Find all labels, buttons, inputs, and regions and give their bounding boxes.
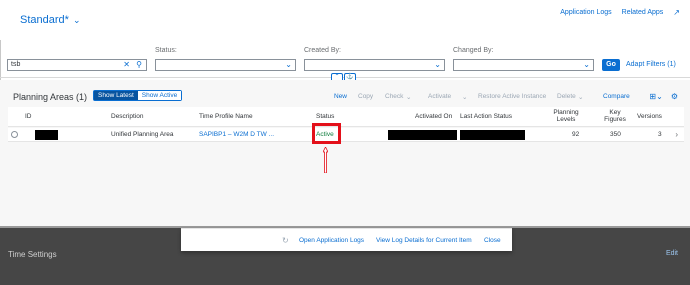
check-menu-icon[interactable]: ⌄ bbox=[406, 93, 411, 101]
status-filter-select[interactable]: ⌄ bbox=[155, 59, 296, 71]
column-header-activated-on[interactable]: Activated On bbox=[415, 113, 452, 120]
column-header-description[interactable]: Description bbox=[111, 113, 144, 120]
column-header-status[interactable]: Status bbox=[316, 113, 334, 120]
row-description: Unified Planning Area bbox=[111, 131, 174, 138]
time-settings-heading: Time Settings bbox=[8, 250, 57, 259]
version-toggle: Show Latest Show Active bbox=[93, 90, 183, 101]
changed-by-filter-label: Changed By: bbox=[453, 47, 494, 54]
copy-button[interactable]: Copy bbox=[358, 93, 373, 100]
application-logs-link[interactable]: Application Logs bbox=[560, 9, 611, 16]
column-header-versions[interactable]: Versions bbox=[637, 113, 662, 120]
column-header-key-figures[interactable]: Key Figures bbox=[602, 109, 628, 123]
row-planning-levels: 92 bbox=[572, 131, 580, 138]
close-button[interactable]: Close bbox=[484, 237, 501, 244]
delete-button[interactable]: Delete bbox=[557, 93, 576, 100]
row-select-radio[interactable] bbox=[11, 131, 18, 138]
column-header-last-action-status[interactable]: Last Action Status bbox=[460, 113, 512, 120]
view-log-details-button[interactable]: View Log Details for Current Item bbox=[376, 237, 472, 244]
column-header-planning-levels[interactable]: Planning Levels bbox=[551, 109, 581, 123]
clear-icon[interactable]: ✕ bbox=[123, 60, 130, 69]
restore-active-instance-button[interactable]: Restore Active Instance bbox=[478, 93, 546, 100]
edit-link[interactable]: Edit bbox=[666, 250, 678, 257]
status-highlight-annotation bbox=[312, 123, 341, 144]
refresh-icon: ↻ bbox=[282, 236, 289, 245]
gear-icon[interactable]: ⚙ bbox=[671, 92, 678, 101]
column-header-id[interactable]: ID bbox=[25, 113, 32, 120]
chevron-down-icon: ⌄ bbox=[285, 60, 292, 69]
row-key-figures: 350 bbox=[610, 131, 621, 138]
search-icon[interactable]: ⚲ bbox=[136, 60, 142, 69]
table-row[interactable]: Unified Planning Area SAPIBP1 – W2M D TW… bbox=[8, 128, 684, 142]
new-button[interactable]: New bbox=[334, 93, 347, 100]
table-settings: ⊞⌄ ⚙ bbox=[649, 92, 678, 101]
column-header-time-profile[interactable]: Time Profile Name bbox=[199, 113, 253, 120]
activate-button[interactable]: Activate bbox=[428, 93, 451, 100]
show-latest-button[interactable]: Show Latest bbox=[94, 91, 138, 100]
table-header: ID Description Time Profile Name Status … bbox=[8, 107, 684, 127]
variant-title: Standard* bbox=[20, 14, 69, 26]
log-dialog-footer: ↻ Open Application Logs View Log Details… bbox=[181, 228, 512, 251]
chevron-right-icon[interactable]: › bbox=[675, 130, 678, 139]
row-time-profile-link[interactable]: SAPIBP1 – W2M D TW ... bbox=[199, 131, 274, 138]
export-icon[interactable]: ⊞⌄ bbox=[649, 92, 662, 101]
related-apps-link[interactable]: Related Apps bbox=[622, 9, 664, 16]
changed-by-filter-select[interactable]: ⌄ bbox=[453, 59, 594, 71]
arrow-up-annotation-icon bbox=[323, 147, 328, 173]
delete-menu-icon[interactable]: ⌄ bbox=[578, 93, 583, 101]
page-header: Standard* ⌄ Application Logs Related App… bbox=[0, 0, 690, 40]
created-by-filter-label: Created By: bbox=[304, 47, 341, 54]
check-button[interactable]: Check bbox=[385, 93, 403, 100]
search-value: tsb bbox=[11, 61, 21, 68]
filter-bar: tsb ✕ ⚲ Status: ⌄ Created By: ⌄ Changed … bbox=[0, 44, 690, 76]
variant-selector[interactable]: Standard* ⌄ bbox=[20, 14, 80, 26]
chevron-down-icon: ⌄ bbox=[72, 14, 81, 25]
status-filter-label: Status: bbox=[155, 47, 177, 54]
activate-menu-icon[interactable]: ⌄ bbox=[462, 93, 467, 101]
compare-button[interactable]: Compare bbox=[603, 93, 630, 100]
open-application-logs-button[interactable]: Open Application Logs bbox=[299, 237, 364, 244]
redacted-activated-on bbox=[388, 130, 457, 140]
table-toolbar: Planning Areas (1) Show Latest Show Acti… bbox=[8, 86, 684, 106]
header-links: Application Logs Related Apps ↗ bbox=[560, 8, 680, 17]
show-active-button[interactable]: Show Active bbox=[137, 91, 182, 100]
redacted-last-action-status bbox=[460, 130, 525, 140]
row-versions: 3 bbox=[658, 131, 662, 138]
chevron-down-icon: ⌄ bbox=[583, 60, 590, 69]
chevron-down-icon: ⌄ bbox=[434, 60, 441, 69]
created-by-filter-select[interactable]: ⌄ bbox=[304, 59, 445, 71]
redacted-id bbox=[35, 130, 58, 140]
search-input[interactable]: tsb ✕ ⚲ bbox=[7, 59, 147, 71]
external-link-icon[interactable]: ↗ bbox=[673, 8, 680, 17]
go-button[interactable]: Go bbox=[602, 59, 620, 71]
table-title: Planning Areas (1) bbox=[13, 92, 88, 102]
adapt-filters-link[interactable]: Adapt Filters (1) bbox=[626, 61, 676, 68]
